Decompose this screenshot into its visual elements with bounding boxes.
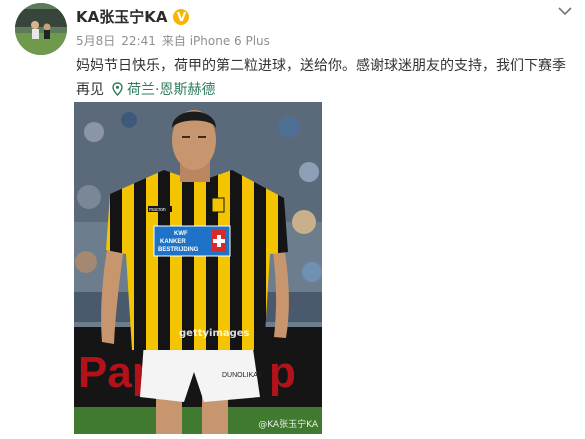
post-source: 来自 iPhone 6 Plus <box>161 34 270 48</box>
location-pin-icon <box>112 80 123 104</box>
location-link[interactable]: 荷兰·恩斯赫德 <box>112 82 215 98</box>
verified-badge-icon: V <box>173 8 190 25</box>
location-label[interactable]: 荷兰·恩斯赫德 <box>127 82 215 98</box>
post-meta: 5月8日 22:41 来自 iPhone 6 Plus <box>76 32 276 49</box>
post-date[interactable]: 5月8日 <box>76 34 115 48</box>
photo-watermark: @KA张玉宁KA <box>258 420 318 430</box>
sponsor-line3: BESTRIJDING <box>158 247 199 253</box>
username[interactable]: KA张玉宁KA V <box>76 6 190 27</box>
avatar[interactable] <box>15 3 67 55</box>
getty-mark: gettyimages <box>179 328 250 339</box>
shorts-brand: DUNOLIKAR <box>222 372 263 379</box>
chevron-down-icon[interactable] <box>557 4 573 20</box>
sponsor-line1: KWF <box>174 231 188 237</box>
svg-text:p: p <box>269 348 296 397</box>
post-time[interactable]: 22:41 <box>121 34 156 48</box>
shirt-brand: macron <box>149 207 166 213</box>
username-text[interactable]: KA张玉宁KA <box>76 6 167 27</box>
post-text: 妈妈节日快乐，荷甲的第二粒进球，送给你。感谢球迷朋友的支持，我们下赛季再见 荷兰·… <box>76 54 576 104</box>
post-photo[interactable]: Pap p DUNOLIKAR KWF KANKER BESTRIJDING m… <box>74 102 322 434</box>
sponsor-line2: KANKER <box>160 239 186 245</box>
